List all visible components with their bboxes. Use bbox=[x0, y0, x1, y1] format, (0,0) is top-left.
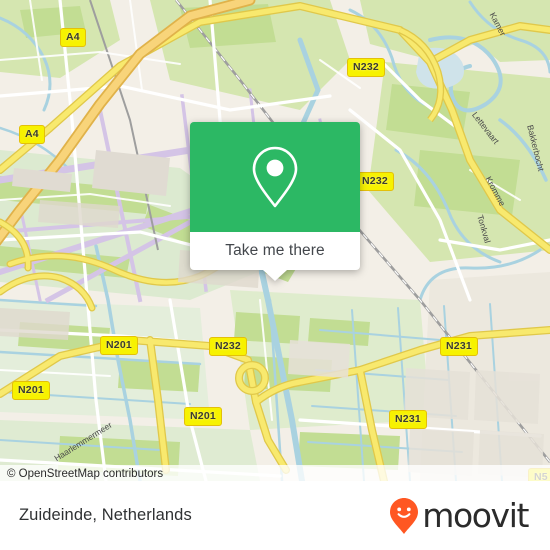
bottom-info-bar: Zuideinde, Netherlands moovit bbox=[0, 481, 550, 550]
moovit-wordmark: moovit bbox=[422, 496, 529, 535]
road-shield-n231: N231 bbox=[389, 410, 427, 429]
map-canvas[interactable]: A4N232A4N232N201N232N231N201N201N231N5 K… bbox=[0, 0, 550, 481]
location-callout-card[interactable]: Take me there bbox=[190, 122, 360, 281]
moovit-smiley-pin-icon bbox=[390, 497, 419, 534]
moovit-location-screenshot: A4N232A4N232N201N232N231N201N201N231N5 K… bbox=[0, 0, 550, 550]
callout-action-panel[interactable]: Take me there bbox=[190, 232, 360, 281]
road-shield-a4: A4 bbox=[19, 125, 45, 144]
road-shield-n201: N201 bbox=[100, 336, 138, 355]
road-shield-n232: N232 bbox=[209, 337, 247, 356]
place-name-label: Zuideinde, Netherlands bbox=[19, 506, 192, 524]
map-attribution-bar: © OpenStreetMap contributors bbox=[0, 465, 550, 482]
road-shield-n201: N201 bbox=[184, 407, 222, 426]
road-shield-n201: N201 bbox=[12, 381, 50, 400]
road-shield-n232: N232 bbox=[356, 172, 394, 191]
attribution-text[interactable]: © OpenStreetMap contributors bbox=[0, 468, 163, 480]
map-pin-icon bbox=[252, 146, 298, 208]
road-shield-a4: A4 bbox=[60, 28, 86, 47]
callout-tail bbox=[263, 270, 287, 281]
moovit-logo[interactable]: moovit bbox=[389, 496, 529, 535]
road-shield-n232: N232 bbox=[347, 58, 385, 77]
callout-pin-panel bbox=[190, 122, 360, 232]
road-shield-n231: N231 bbox=[440, 337, 478, 356]
take-me-there-label: Take me there bbox=[225, 242, 325, 259]
